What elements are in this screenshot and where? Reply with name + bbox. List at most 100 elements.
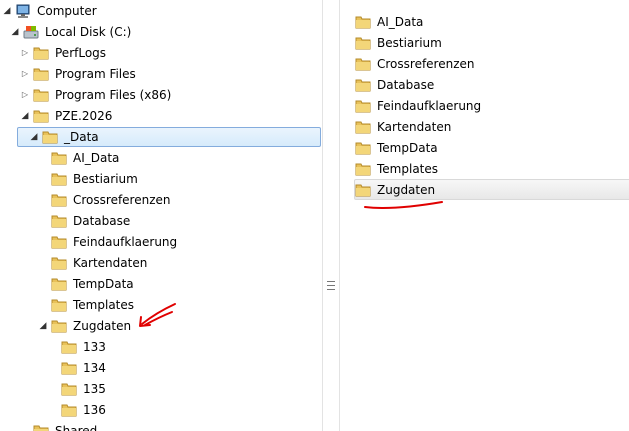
tree-item-data[interactable]: ◢ _Data	[30, 127, 99, 147]
drive-icon	[23, 25, 39, 39]
list-item[interactable]: Bestiarium 5/	[355, 32, 629, 53]
list-item[interactable]: Templates 5/	[355, 158, 629, 179]
folder-icon	[355, 78, 371, 92]
folder-icon	[355, 99, 371, 113]
tree-item-label: 133	[83, 340, 106, 354]
tree-item-label: Database	[73, 214, 131, 228]
collapse-arrow-icon[interactable]: ▷	[21, 43, 29, 63]
tree-item-134[interactable]: 134	[61, 358, 106, 378]
list-item-name: Zugdaten	[377, 182, 436, 197]
folder-icon	[51, 298, 67, 312]
tree-item-program-files-x86[interactable]: ▷ Program Files (x86)	[21, 85, 171, 105]
pane-splitter[interactable]	[322, 0, 340, 431]
tree-item-label: Zugdaten	[73, 319, 132, 333]
tree-item-perflogs[interactable]: ▷ PerfLogs	[21, 43, 106, 63]
tree-item-label: PerfLogs	[55, 46, 107, 60]
tree-item-label: Crossreferenzen	[73, 193, 171, 207]
tree-item-local-disk[interactable]: ◢ Local Disk (C:)	[11, 22, 132, 42]
folder-icon	[61, 403, 77, 417]
folder-icon	[355, 141, 371, 155]
folder-icon	[355, 120, 371, 134]
folder-icon	[33, 46, 49, 60]
expand-arrow-icon[interactable]: ◢	[30, 127, 38, 147]
list-item-name: Kartendaten	[377, 119, 452, 134]
tree-item-label: AI_Data	[73, 151, 120, 165]
folder-icon	[355, 57, 371, 71]
collapse-arrow-icon[interactable]: ▷	[21, 85, 29, 105]
folder-icon	[61, 382, 77, 396]
list-item-name: Templates	[377, 161, 439, 176]
list-item[interactable]: Zugdaten 5/	[355, 179, 629, 200]
navigation-tree: ◢ Computer ◢ Local Disk (C:) ▷ PerfLogs …	[0, 0, 322, 431]
tree-item-label: 134	[83, 361, 106, 375]
tree-item-label: Bestiarium	[73, 172, 138, 186]
folder-icon	[51, 277, 67, 291]
tree-item-computer[interactable]: ◢ Computer	[3, 1, 97, 21]
file-list: AI_Data 5/ Bestiarium 5/ Crossreferenzen…	[340, 0, 629, 431]
expand-arrow-icon[interactable]: ◢	[39, 316, 47, 336]
tree-item-label: 135	[83, 382, 106, 396]
tree-item-label: PZE.2026	[55, 109, 113, 123]
folder-icon	[51, 256, 67, 270]
tree-item-133[interactable]: 133	[61, 337, 106, 357]
tree-item-shared[interactable]: Shared	[33, 421, 97, 431]
folder-icon	[61, 361, 77, 375]
folder-icon	[355, 183, 371, 197]
list-item[interactable]: AI_Data 5/	[355, 11, 629, 32]
list-item[interactable]: Crossreferenzen 5/	[355, 53, 629, 74]
tree-item-label: Kartendaten	[73, 256, 148, 270]
tree-item-label: TempData	[73, 277, 134, 291]
folder-icon	[355, 36, 371, 50]
tree-item-label: Shared	[55, 424, 98, 431]
tree-item-136[interactable]: 136	[61, 400, 106, 420]
tree-item-label: Program Files	[55, 67, 136, 81]
list-item[interactable]: Feindaufklaerung 5/	[355, 95, 629, 116]
folder-icon	[51, 151, 67, 165]
list-item[interactable]: TempData 5/	[355, 137, 629, 158]
tree-item-label: Feindaufklaerung	[73, 235, 178, 249]
expand-arrow-icon[interactable]: ◢	[11, 22, 19, 42]
list-item-name: Crossreferenzen	[377, 56, 475, 71]
tree-item-templates[interactable]: Templates	[51, 295, 134, 315]
tree-item-ai-data[interactable]: AI_Data	[51, 148, 119, 168]
tree-item-database[interactable]: Database	[51, 211, 130, 231]
expand-arrow-icon[interactable]: ◢	[21, 106, 29, 126]
folder-icon	[61, 340, 77, 354]
tree-item-zugdaten[interactable]: ◢ Zugdaten	[39, 316, 132, 336]
folder-icon	[42, 130, 58, 144]
tree-item-135[interactable]: 135	[61, 379, 106, 399]
list-item-name: Bestiarium	[377, 35, 442, 50]
folder-icon	[33, 67, 49, 81]
folder-icon	[33, 424, 49, 431]
expand-arrow-icon[interactable]: ◢	[3, 1, 11, 21]
tree-item-kartendaten[interactable]: Kartendaten	[51, 253, 147, 273]
tree-item-crossreferenzen[interactable]: Crossreferenzen	[51, 190, 171, 210]
list-item-name: AI_Data	[377, 14, 424, 29]
folder-icon	[51, 193, 67, 207]
splitter-grip-icon[interactable]	[327, 281, 335, 290]
tree-item-bestiarium[interactable]: Bestiarium	[51, 169, 138, 189]
folder-icon	[355, 15, 371, 29]
folder-icon	[51, 172, 67, 186]
tree-item-label: Program Files (x86)	[55, 88, 172, 102]
collapse-arrow-icon[interactable]: ▷	[21, 64, 29, 84]
list-item[interactable]: Database 5/	[355, 74, 629, 95]
tree-item-label: Templates	[73, 298, 135, 312]
tree-item-label: 136	[83, 403, 106, 417]
tree-item-label: _Data	[64, 130, 99, 144]
tree-item-label: Computer	[37, 4, 97, 18]
list-item-name: Feindaufklaerung	[377, 98, 482, 113]
folder-icon	[51, 319, 67, 333]
folder-icon	[51, 214, 67, 228]
folder-icon	[33, 109, 49, 123]
tree-item-pze-2026[interactable]: ◢ PZE.2026	[21, 106, 113, 126]
computer-icon	[15, 4, 31, 18]
folder-icon	[355, 162, 371, 176]
tree-item-feindaufklaerung[interactable]: Feindaufklaerung	[51, 232, 177, 252]
tree-item-tempdata[interactable]: TempData	[51, 274, 134, 294]
list-item[interactable]: Kartendaten 5/	[355, 116, 629, 137]
list-item-name: Database	[377, 77, 435, 92]
tree-item-program-files[interactable]: ▷ Program Files	[21, 64, 136, 84]
list-item-name: TempData	[377, 140, 438, 155]
tree-item-label: Local Disk (C:)	[45, 25, 132, 39]
